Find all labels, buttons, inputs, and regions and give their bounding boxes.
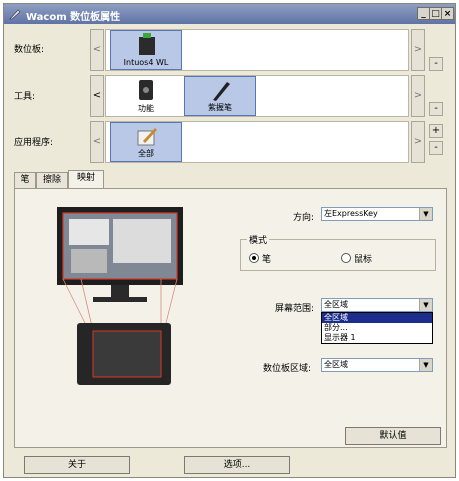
app-remove-button[interactable]: - <box>429 141 443 155</box>
about-button[interactable]: 关于 <box>24 456 130 474</box>
mode-group: 模式 笔 鼠标 <box>240 233 436 271</box>
tablet-item-intuos4[interactable]: Intuos4 WL <box>110 30 182 70</box>
screen-area-value: 全区域 <box>324 300 348 309</box>
mode-mouse-label: 鼠标 <box>354 255 373 265</box>
radio-selected-icon <box>249 253 259 263</box>
chevron-down-icon: ▼ <box>419 299 432 311</box>
app-list: 全部 <box>105 121 409 163</box>
tablet-device-icon <box>139 33 155 55</box>
tool-list: 功能 紫握笔 <box>105 75 409 117</box>
app-row-label: 应用程序: <box>14 138 54 148</box>
default-button[interactable]: 默认值 <box>345 427 441 445</box>
tablet-list: Intuos4 WL <box>105 29 409 71</box>
pen-icon <box>213 82 230 101</box>
screen-area-dropdown: 全区域 部分... 显示器 1 <box>321 312 433 344</box>
tool-row-label: 工具: <box>14 92 36 102</box>
mode-label: 模式 <box>247 233 270 246</box>
radio-empty-icon <box>341 253 351 263</box>
tablet-scroll-right-button[interactable]: > <box>411 29 425 71</box>
tool-remove-button[interactable]: - <box>429 102 443 116</box>
tool-item-functions[interactable]: 功能 <box>110 76 182 116</box>
tool-item-label: 功能 <box>138 104 154 113</box>
mode-pen-radio[interactable]: 笔 <box>249 252 271 265</box>
tab-mapping[interactable]: 映射 <box>68 170 104 188</box>
orientation-select[interactable]: 左ExpressKey ▼ <box>321 207 433 221</box>
tablet-item-label: Intuos4 WL <box>123 58 169 67</box>
screen-area-select[interactable]: 全区域 ▼ <box>321 298 433 312</box>
tool-item-label: 紫握笔 <box>208 103 232 112</box>
functions-icon <box>139 80 153 100</box>
app-item-all[interactable]: 全部 <box>110 122 182 162</box>
tablet-row-label: 数位板: <box>14 45 45 55</box>
app-add-button[interactable]: + <box>429 124 443 138</box>
screen-area-label: 屏幕范围: <box>275 304 315 314</box>
tool-scroll-right-button[interactable]: > <box>411 75 425 117</box>
tablet-area-select[interactable]: 全区域 ▼ <box>321 358 433 372</box>
all-apps-icon <box>137 128 157 146</box>
mode-mouse-radio[interactable]: 鼠标 <box>341 252 372 265</box>
app-scroll-left-button[interactable]: < <box>90 121 104 163</box>
tool-item-pen[interactable]: 紫握笔 <box>184 76 256 116</box>
screen-area-option[interactable]: 部分... <box>322 323 432 333</box>
app-scroll-right-button[interactable]: > <box>411 121 425 163</box>
screen-area-option[interactable]: 全区域 <box>322 313 432 323</box>
app-item-label: 全部 <box>138 149 154 158</box>
tab-pen[interactable]: 笔 <box>14 172 36 188</box>
tablet-area-label: 数位板区域: <box>263 364 312 374</box>
screen-area-option[interactable]: 显示器 1 <box>322 333 432 343</box>
tablet-remove-button[interactable]: - <box>429 57 443 71</box>
monitor-tablet-illustration <box>57 207 183 385</box>
mode-pen-label: 笔 <box>262 255 272 265</box>
mapping-panel: 方向: 左ExpressKey ▼ 模式 笔 鼠标 屏幕范围: 全区域 ▼ 全区… <box>14 188 447 448</box>
chevron-down-icon: ▼ <box>419 208 432 220</box>
tablet-scroll-left-button[interactable]: < <box>90 29 104 71</box>
orientation-value: 左ExpressKey <box>324 209 378 218</box>
options-button[interactable]: 选项... <box>184 456 290 474</box>
chevron-down-icon: ▼ <box>419 359 432 371</box>
properties-window: Wacom 数位板属性 _ □ × 数位板: < Intuos4 WL > - … <box>3 3 456 478</box>
window-title: Wacom 数位板属性 <box>26 12 121 23</box>
tool-scroll-left-button[interactable]: < <box>90 75 104 117</box>
tab-eraser[interactable]: 擦除 <box>36 172 68 188</box>
tablet-area-value: 全区域 <box>324 360 348 369</box>
wacom-app-icon <box>9 9 21 20</box>
orientation-label: 方向: <box>293 213 315 223</box>
close-icon[interactable]: × <box>441 7 454 20</box>
title-bar: Wacom 数位板属性 _ □ × <box>4 4 455 24</box>
